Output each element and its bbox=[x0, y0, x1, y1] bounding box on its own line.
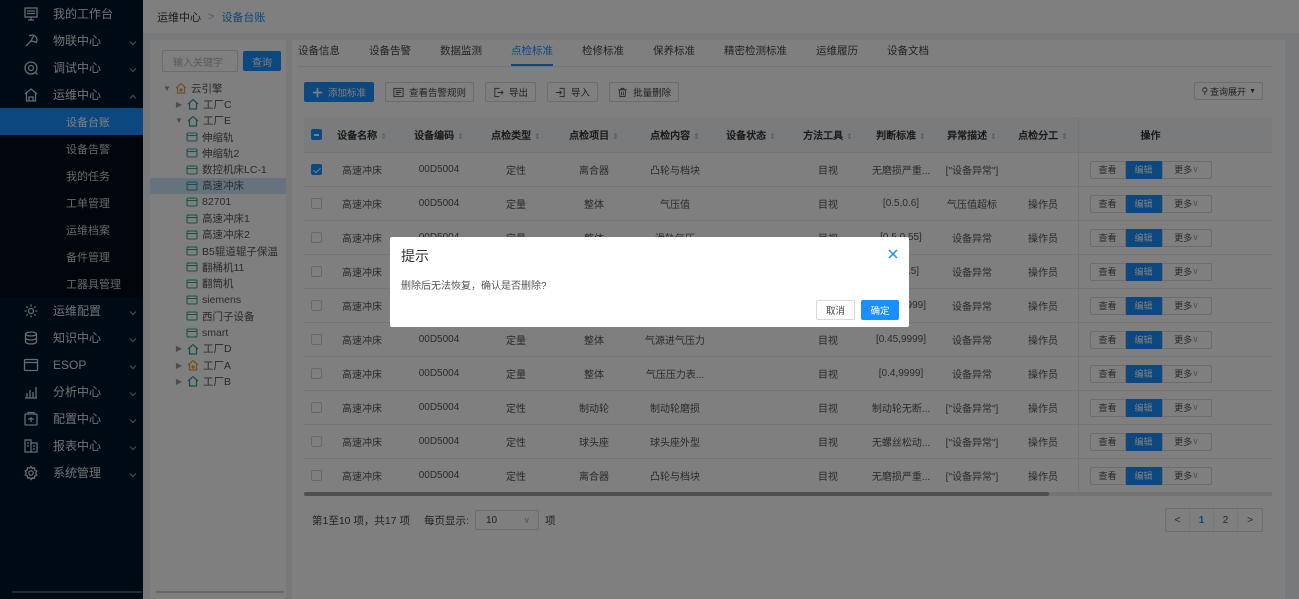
close-icon[interactable] bbox=[888, 248, 898, 259]
dialog-title: 提示 bbox=[401, 248, 429, 264]
confirm-dialog: 提示 删除后无法恢复，确认是否删除? 取消 确定 bbox=[390, 237, 909, 327]
dialog-message: 删除后无法恢复，确认是否删除? bbox=[401, 281, 547, 292]
cancel-button[interactable]: 取消 bbox=[816, 300, 855, 320]
confirm-button[interactable]: 确定 bbox=[861, 300, 899, 320]
